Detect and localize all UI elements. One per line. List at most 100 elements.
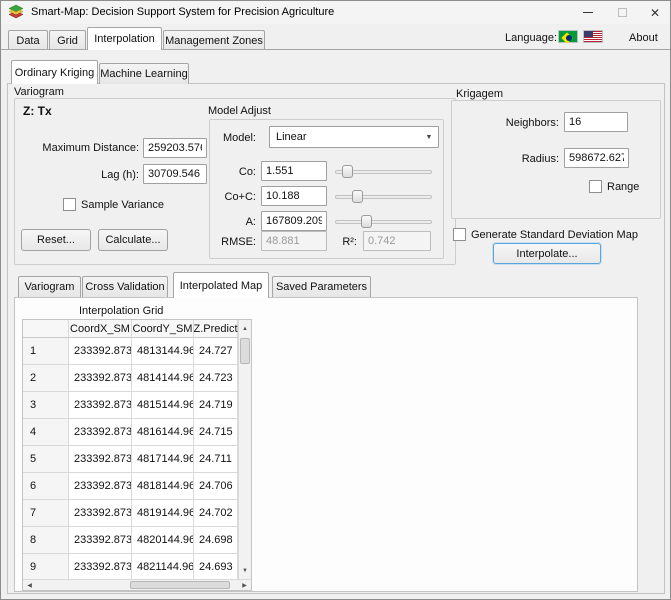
table-row[interactable]: 9233392.8734821144.96524.693 bbox=[23, 554, 251, 581]
tab-variogram-result[interactable]: Variogram bbox=[18, 276, 81, 297]
scroll-down-icon[interactable]: ▼ bbox=[239, 563, 251, 579]
data-cell[interactable]: 233392.873 bbox=[69, 338, 132, 365]
vertical-scroll-thumb[interactable] bbox=[240, 338, 250, 364]
data-cell[interactable]: 233392.873 bbox=[69, 446, 132, 473]
table-row[interactable]: 1233392.8734813144.96524.727 bbox=[23, 338, 251, 365]
row-number-cell[interactable]: 4 bbox=[23, 419, 69, 446]
maximize-button[interactable] bbox=[607, 1, 637, 24]
us-flag-icon[interactable] bbox=[583, 30, 603, 43]
data-cell[interactable]: 233392.873 bbox=[69, 473, 132, 500]
table-row[interactable]: 5233392.8734817144.96524.711 bbox=[23, 446, 251, 473]
table-row[interactable]: 7233392.8734819144.96524.702 bbox=[23, 500, 251, 527]
interpolation-grid-table[interactable]: CoordX_SM CoordY_SM Z.Predict 1233392.87… bbox=[22, 319, 252, 591]
tab-cross-validation[interactable]: Cross Validation bbox=[82, 276, 168, 297]
tab-saved-parameters[interactable]: Saved Parameters bbox=[272, 276, 371, 297]
close-button[interactable]: ✕ bbox=[639, 1, 671, 24]
data-cell[interactable]: 4819144.965 bbox=[132, 500, 194, 527]
tab-data[interactable]: Data bbox=[8, 30, 48, 50]
data-cell[interactable]: 233392.873 bbox=[69, 419, 132, 446]
data-cell[interactable]: 24.706 bbox=[194, 473, 238, 500]
table-row[interactable]: 8233392.8734820144.96524.698 bbox=[23, 527, 251, 554]
data-cell[interactable]: 24.723 bbox=[194, 365, 238, 392]
scroll-left-icon[interactable]: ◀ bbox=[23, 580, 36, 590]
data-cell[interactable]: 24.727 bbox=[194, 338, 238, 365]
data-cell[interactable]: 4813144.965 bbox=[132, 338, 194, 365]
data-cell[interactable]: 24.693 bbox=[194, 554, 238, 581]
data-cell[interactable]: 233392.873 bbox=[69, 500, 132, 527]
column-header-zpredict[interactable]: Z.Predict bbox=[194, 320, 238, 338]
table-row[interactable]: 3233392.8734815144.96524.719 bbox=[23, 392, 251, 419]
grid-body: 1233392.8734813144.96524.7272233392.8734… bbox=[23, 338, 251, 581]
row-number-cell[interactable]: 8 bbox=[23, 527, 69, 554]
variogram-group-label: Variogram bbox=[14, 86, 64, 98]
table-row[interactable]: 2233392.8734814144.96524.723 bbox=[23, 365, 251, 392]
coc-input[interactable] bbox=[261, 186, 327, 206]
horizontal-scrollbar[interactable]: ◀ ▶ bbox=[23, 579, 251, 590]
range-checkbox[interactable] bbox=[589, 180, 602, 193]
column-header-coordy[interactable]: CoordY_SM bbox=[132, 320, 194, 338]
data-cell[interactable]: 4821144.965 bbox=[132, 554, 194, 581]
tab-interpolation[interactable]: Interpolation bbox=[87, 27, 162, 50]
a-slider-handle[interactable] bbox=[361, 215, 372, 228]
data-cell[interactable]: 24.711 bbox=[194, 446, 238, 473]
tab-interpolated-map[interactable]: Interpolated Map bbox=[173, 272, 269, 298]
tab-management-zones[interactable]: Management Zones bbox=[163, 30, 265, 50]
row-number-cell[interactable]: 2 bbox=[23, 365, 69, 392]
max-distance-input[interactable] bbox=[143, 138, 207, 158]
coc-slider[interactable] bbox=[335, 190, 432, 204]
data-cell[interactable]: 4814144.965 bbox=[132, 365, 194, 392]
data-cell[interactable]: 4820144.965 bbox=[132, 527, 194, 554]
app-window: Smart-Map: Decision Support System for P… bbox=[0, 0, 671, 600]
data-cell[interactable]: 233392.873 bbox=[69, 554, 132, 581]
data-cell[interactable]: 24.702 bbox=[194, 500, 238, 527]
data-cell[interactable]: 233392.873 bbox=[69, 365, 132, 392]
row-number-cell[interactable]: 1 bbox=[23, 338, 69, 365]
model-adjust-group-label: Model Adjust bbox=[208, 105, 271, 117]
row-number-cell[interactable]: 3 bbox=[23, 392, 69, 419]
calculate-button[interactable]: Calculate... bbox=[98, 229, 168, 251]
tab-ordinary-kriging[interactable]: Ordinary Kriging bbox=[11, 60, 98, 84]
lag-input[interactable] bbox=[143, 164, 207, 184]
reset-button[interactable]: Reset... bbox=[21, 229, 91, 251]
table-row[interactable]: 4233392.8734816144.96524.715 bbox=[23, 419, 251, 446]
data-cell[interactable]: 233392.873 bbox=[69, 527, 132, 554]
row-number-cell[interactable]: 7 bbox=[23, 500, 69, 527]
row-number-cell[interactable]: 6 bbox=[23, 473, 69, 500]
row-number-cell[interactable]: 5 bbox=[23, 446, 69, 473]
co-slider[interactable] bbox=[335, 165, 432, 179]
neighbors-input[interactable] bbox=[564, 112, 628, 132]
generate-std-map-checkbox[interactable] bbox=[453, 228, 466, 241]
data-cell[interactable]: 4817144.965 bbox=[132, 446, 194, 473]
data-cell[interactable]: 24.719 bbox=[194, 392, 238, 419]
z-field-label: Z: Tx bbox=[23, 104, 52, 118]
interpolate-button[interactable]: Interpolate... bbox=[493, 243, 601, 264]
data-cell[interactable]: 4818144.965 bbox=[132, 473, 194, 500]
model-select[interactable]: Linear ▼ bbox=[269, 126, 439, 148]
coc-slider-handle[interactable] bbox=[352, 190, 363, 203]
tab-machine-learning[interactable]: Machine Learning bbox=[99, 63, 189, 84]
a-input[interactable] bbox=[261, 211, 327, 231]
data-cell[interactable]: 24.715 bbox=[194, 419, 238, 446]
sample-variance-checkbox[interactable] bbox=[63, 198, 76, 211]
tab-grid[interactable]: Grid bbox=[49, 30, 86, 50]
scroll-right-icon[interactable]: ▶ bbox=[238, 580, 251, 590]
data-cell[interactable]: 233392.873 bbox=[69, 392, 132, 419]
minimize-button[interactable] bbox=[573, 1, 603, 24]
horizontal-scroll-thumb[interactable] bbox=[130, 581, 230, 589]
a-slider[interactable] bbox=[335, 215, 432, 229]
row-number-cell[interactable]: 9 bbox=[23, 554, 69, 581]
co-slider-handle[interactable] bbox=[342, 165, 353, 178]
window-title: Smart-Map: Decision Support System for P… bbox=[31, 6, 334, 18]
vertical-scrollbar[interactable]: ▲ ▼ bbox=[238, 320, 251, 580]
data-cell[interactable]: 4816144.965 bbox=[132, 419, 194, 446]
co-input[interactable] bbox=[261, 161, 327, 181]
about-button[interactable]: About bbox=[629, 32, 658, 44]
radius-input[interactable] bbox=[564, 148, 629, 168]
data-cell[interactable]: 4815144.965 bbox=[132, 392, 194, 419]
title-bar[interactable]: Smart-Map: Decision Support System for P… bbox=[1, 1, 670, 24]
data-cell[interactable]: 24.698 bbox=[194, 527, 238, 554]
column-header-coordx[interactable]: CoordX_SM bbox=[69, 320, 132, 338]
scroll-up-icon[interactable]: ▲ bbox=[239, 321, 251, 337]
table-row[interactable]: 6233392.8734818144.96524.706 bbox=[23, 473, 251, 500]
brazil-flag-icon[interactable] bbox=[558, 30, 578, 43]
